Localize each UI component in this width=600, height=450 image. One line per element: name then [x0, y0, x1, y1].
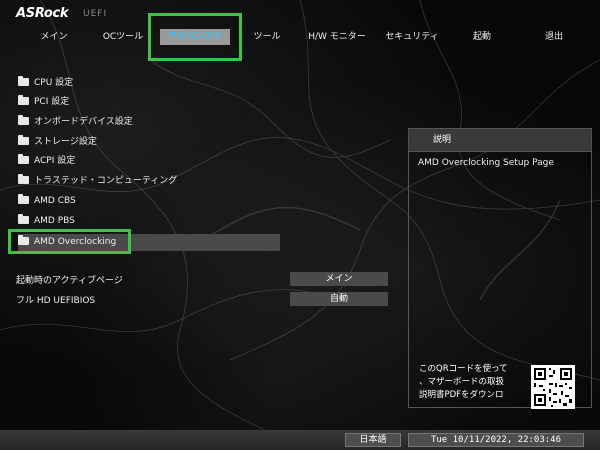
menu-item-label: ストレージ設定: [34, 137, 97, 147]
folder-icon: [18, 214, 29, 224]
menu-item-label: AMD CBS: [34, 196, 76, 206]
folder-icon: [18, 174, 29, 184]
tab-exit[interactable]: 退出: [538, 30, 570, 44]
description-text: AMD Overclocking Setup Page: [418, 158, 554, 168]
selected-item-highlight-box: [8, 229, 131, 254]
top-nav: メイン OCツール アドバンスド ツール H/W モニター セキュリティ 起動 …: [0, 0, 600, 70]
description-title: 説明: [409, 129, 591, 151]
menu-item-label: CPU 設定: [34, 78, 74, 88]
description-divider: [409, 151, 591, 152]
qr-code-icon: [531, 365, 575, 409]
datetime-display: Tue 10/11/2022, 22:03:46: [408, 433, 584, 447]
tab-hw-monitor[interactable]: H/W モニター: [304, 30, 370, 44]
menu-item-acpi-config[interactable]: ACPI 設定: [18, 153, 280, 170]
folder-icon: [18, 95, 29, 105]
menu-item-trusted-computing[interactable]: トラステッド・コンピューティング: [18, 173, 280, 190]
folder-icon: [18, 76, 29, 86]
description-panel: 説明 AMD Overclocking Setup Page このQRコードを使…: [408, 128, 592, 409]
menu-item-pci-config[interactable]: PCI 設定: [18, 94, 280, 111]
setting-label-full-hd-uefi: フル HD UEFIBIOS: [16, 296, 96, 306]
tab-oc-tools[interactable]: OCツール: [100, 30, 146, 44]
qr-line: 、マザーボードの取扱: [419, 377, 505, 387]
qr-instructions: このQRコードを使って 、マザーボードの取扱 説明書PDFをダウンロ: [419, 363, 527, 402]
setting-label-active-page: 起動時のアクティブページ: [16, 276, 123, 286]
tab-main[interactable]: メイン: [36, 30, 72, 44]
tab-boot[interactable]: 起動: [466, 30, 498, 44]
menu-item-onboard-devices[interactable]: オンボードデバイス設定: [18, 114, 280, 131]
menu-item-label: PCI 設定: [34, 97, 70, 107]
active-page-select[interactable]: メイン: [290, 272, 388, 286]
bios-screen: ASRock UEFI メイン OCツール アドバンスド ツール H/W モニタ…: [0, 0, 600, 450]
menu-item-label: トラステッド・コンピューティング: [34, 176, 178, 186]
menu-item-label: ACPI 設定: [34, 156, 76, 166]
menu-item-amd-cbs[interactable]: AMD CBS: [18, 193, 280, 210]
qr-line: このQRコードを使って: [419, 364, 508, 374]
folder-icon: [18, 115, 29, 125]
full-hd-uefi-select[interactable]: 自動: [290, 292, 388, 306]
active-tab-highlight-box: [148, 13, 242, 61]
menu-item-label: オンボードデバイス設定: [34, 117, 133, 127]
menu-item-storage-config[interactable]: ストレージ設定: [18, 134, 280, 151]
tab-security[interactable]: セキュリティ: [382, 30, 442, 44]
menu-item-amd-pbs[interactable]: AMD PBS: [18, 213, 280, 230]
menu-item-cpu-config[interactable]: CPU 設定: [18, 75, 280, 92]
folder-icon: [18, 135, 29, 145]
menu-item-label: AMD PBS: [34, 216, 75, 226]
tab-tools[interactable]: ツール: [248, 30, 286, 44]
folder-icon: [18, 194, 29, 204]
folder-icon: [18, 154, 29, 164]
language-button[interactable]: 日本語: [345, 433, 401, 447]
qr-line: 説明書PDFをダウンロ: [419, 390, 504, 400]
